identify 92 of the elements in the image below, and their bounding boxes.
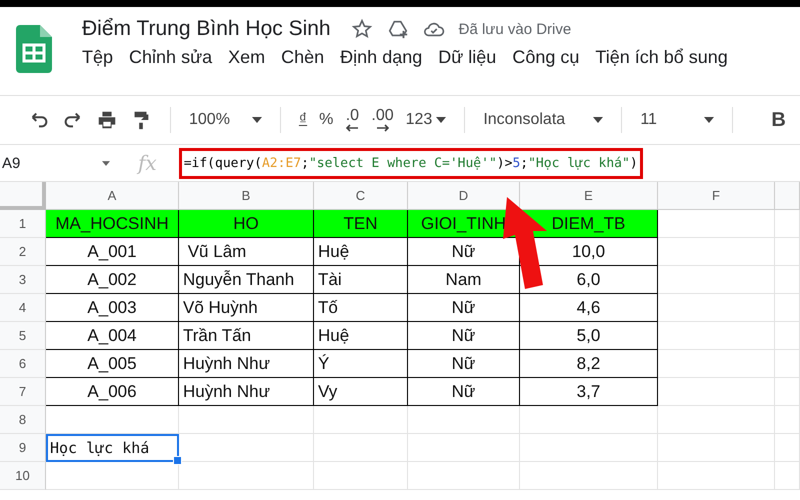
document-title[interactable]: Điểm Trung Bình Học Sinh <box>82 17 331 41</box>
zoom-dropdown[interactable]: 100% <box>189 111 262 129</box>
table-cell: 6,0 <box>520 266 658 294</box>
menu-item[interactable]: Tiện ích bổ sung <box>595 47 728 68</box>
table-cell: 8,2 <box>520 350 658 378</box>
table-cell: Nam <box>408 266 520 294</box>
caret-icon <box>704 117 714 123</box>
table-cell: A_003 <box>46 294 179 322</box>
table-cell: A_001 <box>46 238 179 266</box>
grid-cell <box>775 210 800 238</box>
grid-cell <box>775 266 800 294</box>
column-header[interactable]: C <box>314 182 408 210</box>
menu-item[interactable]: Công cụ <box>512 47 580 68</box>
caret-icon <box>436 117 446 123</box>
table-cell: Vũ Lâm <box>179 238 314 266</box>
header-cell: HO <box>179 210 314 238</box>
column-header[interactable]: E <box>520 182 658 210</box>
table-cell: Nữ <box>408 350 520 378</box>
table-cell: Huỳnh Như <box>179 350 314 378</box>
grid-cell <box>775 434 800 462</box>
row-header[interactable]: 4 <box>0 294 46 322</box>
table-cell: Trần Tấn <box>179 322 314 350</box>
table-cell: A_004 <box>46 322 179 350</box>
row-header[interactable]: 9 <box>0 434 46 462</box>
row-header[interactable]: 5 <box>0 322 46 350</box>
font-size-dropdown[interactable]: 11 <box>640 111 714 129</box>
column-header[interactable]: A <box>46 182 179 210</box>
caret-icon <box>252 117 262 123</box>
table-cell: A_006 <box>46 378 179 406</box>
table-cell: Ý <box>314 350 408 378</box>
increase-decimal-button[interactable]: .00 <box>371 108 394 132</box>
save-status: Đã lưu vào Drive <box>458 20 572 38</box>
star-icon[interactable] <box>350 18 373 40</box>
table-cell: Nữ <box>408 378 520 406</box>
row-header[interactable]: 2 <box>0 238 46 266</box>
cell-name-field[interactable]: A9 <box>2 154 20 172</box>
table-cell: Nữ <box>408 322 520 350</box>
decrease-decimal-button[interactable]: .0 <box>345 108 360 132</box>
table-cell: A_002 <box>46 266 179 294</box>
print-icon[interactable] <box>96 109 118 131</box>
percent-button[interactable]: % <box>319 112 334 128</box>
bold-button[interactable]: B <box>771 108 786 132</box>
drive-add-icon[interactable] <box>386 18 409 40</box>
function-icon: fx <box>138 151 157 175</box>
number-format-dropdown[interactable]: 123 <box>406 111 446 129</box>
menu-item[interactable]: Chèn <box>281 47 324 68</box>
menu-item[interactable]: Dữ liệu <box>438 47 496 68</box>
table-cell: Nguyễn Thanh <box>179 266 314 294</box>
menu-item[interactable]: Chỉnh sửa <box>129 47 212 68</box>
caret-icon[interactable] <box>102 160 110 166</box>
caret-icon <box>593 117 604 123</box>
sheets-logo[interactable] <box>16 25 52 73</box>
formula-field[interactable]: =if(query(A2:E7;"select E where C='Huệ'")>5;"Học lực khá") <box>178 148 643 178</box>
column-header[interactable]: F <box>658 182 775 210</box>
table-cell: Võ Huỳnh <box>179 294 314 322</box>
grid-cell <box>775 350 800 378</box>
table-cell: Huệ <box>314 238 408 266</box>
grid-cell <box>775 322 800 350</box>
grid-cell <box>775 294 800 322</box>
table-cell: 4,6 <box>520 294 658 322</box>
row-header[interactable]: 1 <box>0 210 46 238</box>
table-cell: Tố <box>314 294 408 322</box>
table-cell: Học lực khá <box>46 434 179 462</box>
row-header[interactable]: 10 <box>0 462 46 490</box>
menu-item[interactable]: Tệp <box>82 47 114 68</box>
grid-cell <box>775 406 800 434</box>
column-header[interactable]: B <box>179 182 314 210</box>
row-header[interactable]: 6 <box>0 350 46 378</box>
table-cell: Tài <box>314 266 408 294</box>
table-cell: Huệ <box>314 322 408 350</box>
header-cell: TEN <box>314 210 408 238</box>
menu-item[interactable]: Định dạng <box>340 47 422 68</box>
row-header[interactable]: 3 <box>0 266 46 294</box>
column-header[interactable]: D <box>408 182 520 210</box>
table-cell: 5,0 <box>520 322 658 350</box>
font-dropdown[interactable]: Inconsolata <box>483 111 604 129</box>
menu-item[interactable]: Xem <box>228 47 266 68</box>
header-cell: DIEM_TB <box>520 210 658 238</box>
table-cell: Nữ <box>408 294 520 322</box>
right-arrow-icon <box>376 124 390 132</box>
table-cell: 3,7 <box>520 378 658 406</box>
row-header[interactable]: 8 <box>0 406 46 434</box>
table-cell: A_005 <box>46 350 179 378</box>
table-cell: Vy <box>314 378 408 406</box>
fill-handle[interactable] <box>173 456 182 465</box>
left-arrow-icon <box>345 124 360 132</box>
row-header[interactable]: 7 <box>0 378 46 406</box>
header-cell: MA_HOCSINH <box>46 210 179 238</box>
table-cell: Huỳnh Như <box>179 378 314 406</box>
grid-cell <box>775 378 800 406</box>
currency-button[interactable]: ₫ <box>298 112 308 128</box>
grid-cell <box>775 238 800 266</box>
